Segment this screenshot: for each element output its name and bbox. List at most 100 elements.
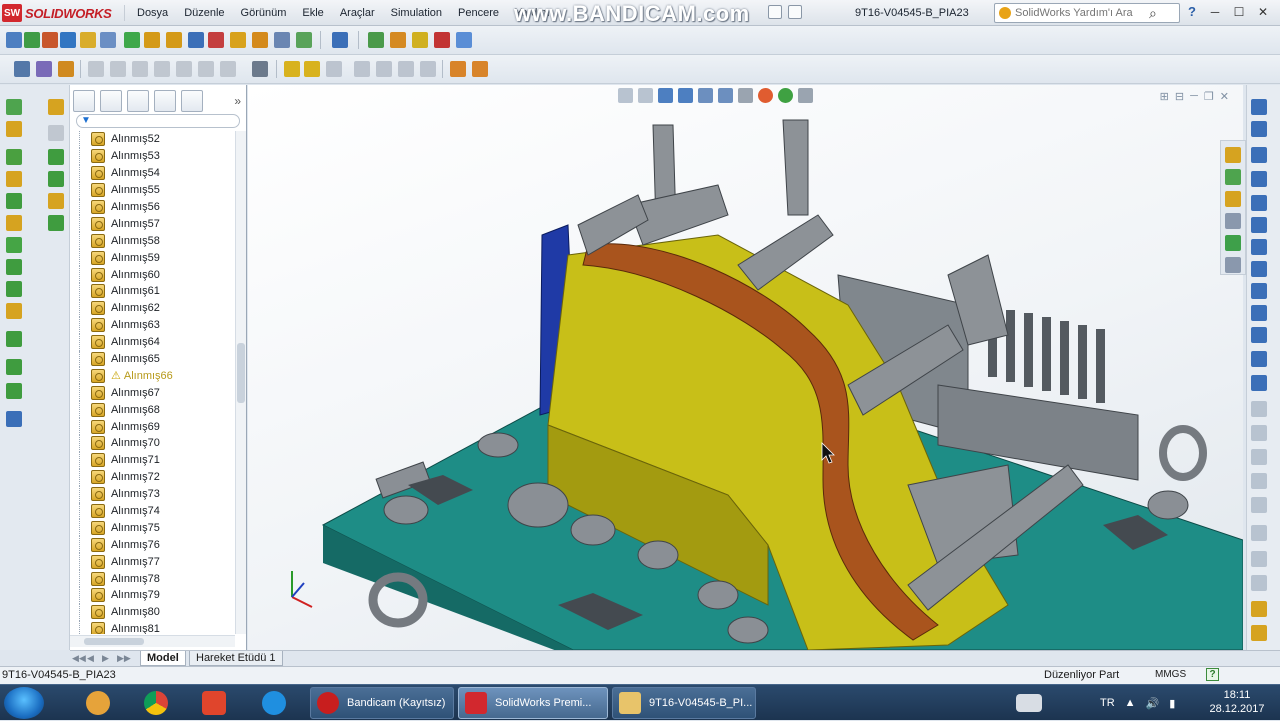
menu-window[interactable]: Pencere <box>450 5 507 21</box>
mirror-entities-icon[interactable] <box>48 125 64 141</box>
feature-tree-item[interactable]: Alınmış59 <box>70 249 235 267</box>
chamfer-icon[interactable] <box>110 61 126 77</box>
fillet-tool-icon[interactable] <box>1251 283 1267 299</box>
view-settings-icon[interactable] <box>798 88 813 103</box>
file-explorer-icon[interactable] <box>1225 191 1241 207</box>
macro-edit-icon[interactable] <box>456 32 472 48</box>
plane-tool-icon[interactable] <box>1251 375 1267 391</box>
menu-tools[interactable]: Araçlar <box>332 5 383 21</box>
menu-insert[interactable]: Ekle <box>294 5 331 21</box>
feature-tree-item[interactable]: Alınmış56 <box>70 198 235 216</box>
design-library-icon[interactable] <box>1225 169 1241 185</box>
feature-tree-item[interactable]: Alınmış76 <box>70 536 235 554</box>
feature-manager-tab-icon[interactable] <box>73 90 95 112</box>
solidworks-logo[interactable]: SW SOLIDWORKS <box>2 3 112 23</box>
move-entities-icon[interactable] <box>48 149 64 165</box>
display-manager-tab-icon[interactable] <box>181 90 203 112</box>
macro-run-icon[interactable] <box>368 32 384 48</box>
taskbar-pinned-app-icon[interactable] <box>74 688 122 718</box>
feature-tree-item[interactable]: Alınmış75 <box>70 519 235 537</box>
trim-extend-icon[interactable] <box>326 61 342 77</box>
feature-tree-item[interactable]: Alınmış79 <box>70 587 235 604</box>
pattern-tool-icon[interactable] <box>1251 497 1267 513</box>
minimize-icon[interactable]: ─ <box>1204 3 1226 21</box>
display-style-icon[interactable] <box>718 88 733 103</box>
feature-tree-item[interactable]: Alınmış57 <box>70 215 235 233</box>
feature-tree-item[interactable]: Alınmış54 <box>70 164 235 182</box>
feature-tree-item[interactable]: Alınmış55 <box>70 181 235 199</box>
check-entity-icon[interactable] <box>296 32 312 48</box>
zoom-to-fit-icon[interactable] <box>618 88 633 103</box>
sketch-icon[interactable] <box>6 99 22 115</box>
check-icon[interactable] <box>24 32 40 48</box>
maximize-icon[interactable]: ☐ <box>1228 3 1250 21</box>
feature-tree-item[interactable]: Alınmış70 <box>70 435 235 452</box>
feature-tree-item[interactable]: Alınmış68 <box>70 401 235 419</box>
arc-tool-icon[interactable] <box>1251 217 1267 233</box>
measure-icon[interactable] <box>80 32 96 48</box>
first-tab-icon[interactable]: ◀◀ <box>72 653 86 663</box>
feature-tree-item[interactable]: Alınmış63 <box>70 316 235 334</box>
taskbar-bandicam[interactable]: Bandicam (Kayıtsız) <box>310 687 454 719</box>
repair-tool-icon[interactable] <box>1251 551 1267 567</box>
zoom-to-area-icon[interactable] <box>638 88 653 103</box>
status-units[interactable]: MMGS <box>1155 669 1186 680</box>
scroll-thumb[interactable] <box>237 343 245 403</box>
mass-properties-icon[interactable] <box>42 32 58 48</box>
network-icon[interactable]: ▮ <box>1169 697 1175 710</box>
chrome-icon[interactable] <box>132 688 180 718</box>
feature-tree-item[interactable]: Alınmış53 <box>70 147 235 165</box>
instant-2d-icon[interactable] <box>1251 625 1267 641</box>
action-center-icon[interactable] <box>1006 688 1052 718</box>
weld-bead-icon[interactable] <box>398 61 414 77</box>
feature-tree-item[interactable]: Alınmış73 <box>70 485 235 503</box>
structural-member-icon[interactable] <box>304 61 320 77</box>
arc-icon[interactable] <box>6 215 22 231</box>
circle-tool-icon[interactable] <box>1251 195 1267 211</box>
menu-view[interactable]: Görünüm <box>233 5 295 21</box>
help-icon[interactable]: ? <box>1188 4 1196 19</box>
rectangle-icon[interactable] <box>6 171 22 187</box>
menu-simulation[interactable]: Simulation <box>383 5 450 21</box>
appearance-icon[interactable] <box>472 61 488 77</box>
scroll-thumb[interactable] <box>84 638 144 645</box>
slot-tool-icon[interactable] <box>1251 171 1267 187</box>
smart-dimension-icon[interactable] <box>6 121 22 137</box>
feature-icon[interactable] <box>14 61 30 77</box>
quick-snaps-icon[interactable] <box>1251 575 1267 591</box>
feature-tree-item[interactable]: Alınmış77 <box>70 553 235 571</box>
volume-icon[interactable]: 🔊 <box>1146 697 1160 710</box>
rectangle-tool-icon[interactable] <box>1251 147 1267 163</box>
appearances-icon[interactable] <box>1225 235 1241 251</box>
tab-motion-study[interactable]: Hareket Etüdü 1 <box>189 651 283 666</box>
feature-tree-item[interactable]: Alınmış81 <box>70 620 235 634</box>
feature-tree-item[interactable]: Alınmış61 <box>70 283 235 300</box>
prev-tab-icon[interactable]: ◀ <box>87 653 99 663</box>
tile-icon[interactable]: ⊞ <box>1160 90 1169 103</box>
help-search-input[interactable] <box>1015 7 1145 19</box>
status-help-icon[interactable]: ? <box>1206 668 1219 681</box>
property-manager-tab-icon[interactable] <box>100 90 122 112</box>
feature-tree-item[interactable]: Alınmış69 <box>70 418 235 436</box>
trim-icon[interactable] <box>6 383 22 399</box>
text-icon[interactable] <box>6 331 22 347</box>
feature-tree-horizontal-scrollbar[interactable] <box>70 635 235 647</box>
view-orientation-icon[interactable] <box>698 88 713 103</box>
reference-geometry-icon[interactable] <box>100 32 116 48</box>
rotate-entities-icon[interactable] <box>48 171 64 187</box>
rib-icon[interactable] <box>176 61 192 77</box>
mirror-tool-icon[interactable] <box>1251 473 1267 489</box>
feature-tree-item[interactable]: Alınmış71 <box>70 451 235 469</box>
feature-tree-item[interactable]: Alınmış60 <box>70 266 235 284</box>
language-indicator[interactable]: TR <box>1100 697 1115 709</box>
macro-new-icon[interactable] <box>434 32 450 48</box>
graphics-viewport[interactable]: ⊞ ⊟ ─ ❐ ✕ <box>248 85 1243 650</box>
feature-tree-item[interactable]: ⚠ Alınmış66 <box>70 367 235 385</box>
end-cap-icon[interactable] <box>354 61 370 77</box>
expand-chevron-icon[interactable]: » <box>234 94 241 108</box>
feature-tree-item[interactable]: Alınmış80 <box>70 603 235 621</box>
feature-tree-item[interactable]: Alınmış78 <box>70 570 235 588</box>
plane-icon[interactable] <box>6 359 22 375</box>
dome-icon[interactable] <box>252 61 268 77</box>
ellipse-tool-icon[interactable] <box>1251 261 1267 277</box>
